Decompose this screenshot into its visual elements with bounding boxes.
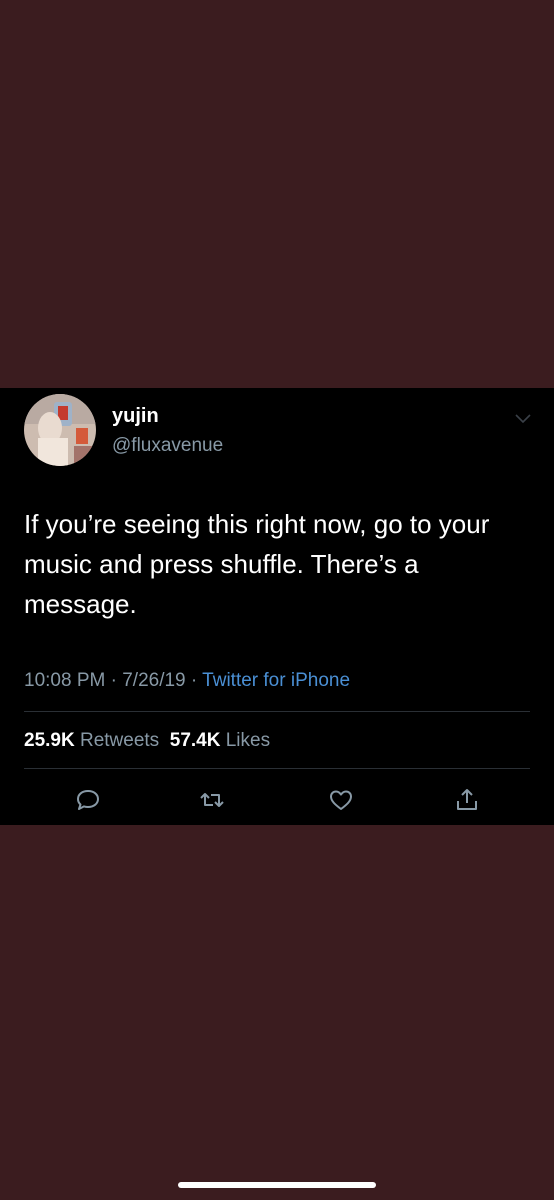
tweet-source-link[interactable]: Twitter for iPhone — [202, 670, 350, 691]
share-button[interactable] — [453, 786, 481, 814]
chevron-down-icon[interactable] — [514, 412, 532, 424]
tweet-text: If you’re seeing this right now, go to y… — [24, 509, 490, 619]
retweets-label: Retweets — [79, 730, 160, 751]
avatar[interactable] — [24, 394, 96, 466]
likes-label: Likes — [225, 730, 271, 751]
meta-separator: · — [190, 670, 198, 691]
divider — [24, 768, 530, 769]
retweet-icon — [200, 793, 224, 807]
like-button[interactable] — [327, 786, 355, 814]
retweets-count: 25.9K — [24, 730, 75, 751]
retweets-stat[interactable]: 25.9K Retweets — [24, 730, 159, 751]
tweet-stats: 25.9K Retweets 57.4K Likes — [24, 728, 270, 754]
share-icon — [457, 789, 477, 810]
likes-stat[interactable]: 57.4K Likes — [170, 730, 270, 751]
tweet-time: 10:08 PM — [24, 670, 106, 691]
reply-icon — [77, 790, 99, 810]
divider — [24, 711, 530, 712]
display-name[interactable]: yujin — [112, 404, 159, 428]
heart-icon — [330, 790, 352, 810]
likes-count: 57.4K — [169, 730, 221, 751]
retweet-button[interactable] — [198, 786, 226, 814]
home-indicator — [178, 1182, 376, 1188]
tweet-date: 7/26/19 — [122, 670, 186, 691]
reply-button[interactable] — [74, 786, 102, 814]
meta-separator: · — [110, 670, 117, 691]
tweet-meta: 10:08 PM · 7/26/19 · Twitter for iPhone — [24, 668, 350, 694]
user-handle[interactable]: @fluxavenue — [112, 434, 223, 458]
